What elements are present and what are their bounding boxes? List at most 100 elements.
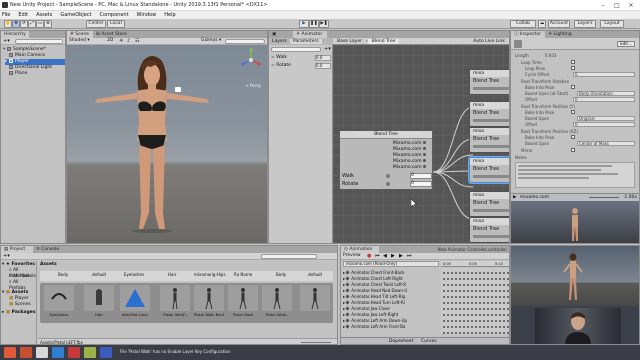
asset-item[interactable]: Pistol Walk Back..: [194, 285, 224, 319]
checkbox[interactable]: [571, 135, 575, 139]
asset-item[interactable]: [300, 285, 330, 319]
game-view-scene[interactable]: [511, 246, 639, 306]
audio-toggle-icon[interactable]: ♪: [127, 38, 130, 44]
minimize-icon[interactable]: –: [596, 1, 610, 10]
tab-hierarchy[interactable]: Hierarchy: [1, 31, 29, 38]
taskbar-app-icon[interactable]: [20, 347, 32, 358]
asset-item[interactable]: Pistol Idle(F): [160, 285, 190, 319]
favorites-item[interactable]: ⌕ All Prefabs: [9, 280, 36, 291]
layers-dropdown[interactable]: Layers: [574, 20, 596, 28]
lighting-toggle-icon[interactable]: ☀: [119, 38, 123, 44]
breadcrumb-base-layer[interactable]: Base Layer: [333, 39, 366, 44]
checkbox[interactable]: [571, 110, 575, 114]
tab-curves[interactable]: Curves: [421, 338, 437, 344]
parameter-value-input[interactable]: 0.0: [315, 55, 331, 61]
blend-tree-node[interactable]: Blend Tree Mixamo.com Mixamo.com Mixamo.…: [339, 130, 433, 190]
checkbox[interactable]: [571, 60, 575, 64]
checkbox[interactable]: [571, 66, 575, 70]
checkbox[interactable]: [571, 85, 575, 89]
play-anim-button[interactable]: ▶: [391, 253, 395, 259]
tab-project[interactable]: ▤ Project: [1, 246, 33, 253]
parameter-row[interactable]: = Walk 0.0: [271, 55, 331, 61]
thumbnail-size-slider[interactable]: [301, 342, 331, 343]
child-blend-node-selected[interactable]: mixa Blend Tree: [469, 157, 509, 183]
tab-animator[interactable]: ⚘ Animator: [293, 31, 327, 38]
menu-help[interactable]: Help: [162, 11, 175, 19]
character-model[interactable]: [87, 53, 217, 233]
persp-label[interactable]: < Persp: [245, 83, 261, 88]
tab-parameters[interactable]: Parameters: [289, 39, 322, 44]
create-plus-icon[interactable]: +▾: [3, 38, 10, 44]
rect-tool-button[interactable]: ▭: [36, 20, 44, 28]
child-blend-node[interactable]: mixa Blend Tree: [469, 101, 509, 127]
maximize-icon[interactable]: □: [610, 1, 624, 10]
pause-button[interactable]: ❚❚: [309, 20, 319, 28]
parameter-row[interactable]: = Rotate 0.0: [271, 63, 331, 69]
menu-assets[interactable]: Assets: [34, 11, 52, 19]
timeline-ruler[interactable]: 0:00 0:05 0:10: [441, 261, 509, 267]
hierarchy-search-input[interactable]: [15, 39, 63, 44]
dropdown[interactable]: Original: [577, 116, 635, 121]
layout-dropdown[interactable]: Layout: [600, 20, 624, 28]
notes-area[interactable]: [515, 162, 635, 188]
offset-input[interactable]: 0: [573, 122, 635, 127]
breadcrumb-blend-tree[interactable]: Blend Tree: [367, 38, 400, 44]
add-parameter-icon[interactable]: +▾: [324, 46, 331, 52]
taskbar-app-icon[interactable]: [52, 347, 64, 358]
animator-graph[interactable]: Blend Tree Mixamo.com Mixamo.com Mixamo.…: [333, 45, 509, 243]
shading-dropdown[interactable]: Shaded ▾: [69, 38, 90, 44]
pivot-toggle[interactable]: Center: [86, 20, 106, 28]
close-icon[interactable]: ×: [624, 1, 638, 10]
project-breadcrumb[interactable]: Assets: [40, 262, 57, 268]
gizmos-dropdown[interactable]: Gizmos ▾: [201, 38, 221, 44]
scale-tool-button[interactable]: ⤢: [28, 20, 36, 28]
assets-subfolder[interactable]: ■ Scenes: [9, 302, 31, 308]
blend-param-input[interactable]: 0: [410, 181, 432, 187]
first-key-button[interactable]: ⏮: [375, 253, 380, 259]
tab-inspector[interactable]: ⓘ Inspector: [511, 31, 545, 38]
create-asset-icon[interactable]: +▾: [3, 253, 10, 259]
transform-tool-button[interactable]: ⊕: [44, 20, 52, 28]
scene-viewport[interactable]: < Persp: [67, 45, 267, 243]
tab-animation[interactable]: ◷ Animation: [341, 246, 379, 253]
edit-button[interactable]: Edit...: [617, 41, 635, 47]
menu-component[interactable]: Component: [98, 11, 129, 19]
local-toggle[interactable]: Local: [107, 20, 125, 28]
tab-console[interactable]: ≡ Console: [33, 246, 65, 253]
tab-game[interactable]: ▣ Game: [269, 31, 293, 44]
asset-item[interactable]: Idle(Mat.Line): [120, 285, 150, 319]
tab-scene[interactable]: # Scene: [67, 31, 93, 38]
project-search-input[interactable]: [261, 254, 317, 259]
start-menu-icon[interactable]: [4, 347, 16, 358]
collab-button[interactable]: Collab: [510, 20, 536, 28]
cycle-offset-input[interactable]: 0: [573, 72, 635, 77]
play-button[interactable]: ▶: [299, 20, 309, 28]
next-key-button[interactable]: ▶: [399, 253, 403, 259]
child-blend-node[interactable]: mixa Blend Tree: [469, 217, 509, 243]
scene-search-input[interactable]: [225, 39, 265, 44]
tab-layers[interactable]: Layers: [269, 39, 290, 44]
offset-input[interactable]: 0: [573, 97, 635, 102]
child-blend-node[interactable]: mixa Blend Tree: [469, 191, 509, 217]
taskbar-app-icon[interactable]: [100, 347, 112, 358]
hierarchy-item[interactable]: Plane: [9, 71, 65, 77]
property-row[interactable]: ▸ Animator.Left Arm Front-Ba: [343, 324, 439, 330]
account-dropdown[interactable]: Account: [548, 20, 570, 28]
menu-gameobject[interactable]: GameObject: [58, 11, 91, 19]
asset-item[interactable]: Pistol Walk: [228, 285, 258, 319]
menu-edit[interactable]: Edit: [16, 11, 28, 19]
asset-item[interactable]: Eyelashes: [44, 285, 74, 319]
preview-speed-slider[interactable]: [589, 197, 619, 198]
dropdown[interactable]: Body Orientation: [577, 91, 635, 96]
clip-selector[interactable]: mixamo.com (Read-Only): [343, 261, 439, 267]
prev-key-button[interactable]: ◀: [383, 253, 387, 259]
asset-item[interactable]: Hair: [84, 285, 114, 319]
parameter-value-input[interactable]: 0.0: [315, 63, 331, 69]
drag-handle-icon[interactable]: =: [271, 63, 275, 68]
child-blend-node[interactable]: mixa Blend Tree: [469, 69, 509, 95]
rotate-tool-button[interactable]: ⟳: [20, 20, 28, 28]
play-preview-icon[interactable]: ▶: [511, 195, 518, 200]
taskbar-app-icon[interactable]: [68, 347, 80, 358]
drag-handle-icon[interactable]: =: [271, 55, 275, 60]
tab-dopesheet[interactable]: Dopesheet: [389, 338, 413, 344]
